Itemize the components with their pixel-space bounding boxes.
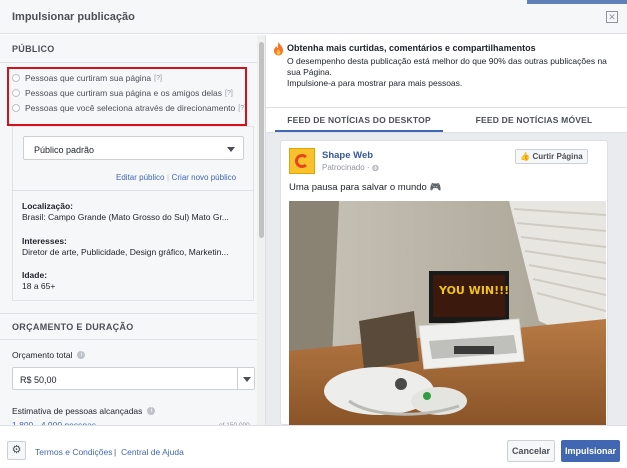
divider: [0, 339, 257, 340]
globe-icon: ◍: [371, 163, 379, 172]
info-icon[interactable]: i: [147, 407, 156, 415]
tab-desktop-feed[interactable]: FEED DE NOTÍCIAS DO DESKTOP: [275, 108, 443, 132]
audience-dropdown[interactable]: Público padrão: [23, 136, 244, 160]
chevron-down-icon: [227, 147, 235, 152]
dialog-header: Impulsionar publicação ✕: [0, 0, 627, 34]
interests-value: Diretor de arte, Publicidade, Design grá…: [22, 247, 229, 257]
location-label: Localização:: [22, 201, 74, 211]
divider: [0, 62, 257, 63]
post-text: Uma pausa para salvar o mundo 🎮: [289, 182, 442, 193]
divider: [12, 190, 254, 191]
divider: [0, 313, 257, 314]
annotation-highlight-box: [7, 67, 247, 126]
background-page-strip: [527, 0, 627, 4]
age-value: 18 a 65+: [22, 281, 56, 291]
like-page-label: Curtir Página: [532, 152, 583, 161]
chevron-down-icon: [243, 377, 251, 382]
reach-row: Estimativa de pessoas alcançadas i: [12, 406, 156, 416]
sponsored-label: Patrocinado · ◍: [322, 163, 379, 172]
dropdown-separator: [237, 368, 238, 389]
help-center-link[interactable]: Central de Ajuda: [121, 447, 184, 457]
budget-dropdown-value: R$ 50,00: [20, 375, 57, 385]
page-logo: [289, 148, 315, 174]
create-audience-link[interactable]: Criar novo público: [172, 173, 236, 182]
page-name-link[interactable]: Shape Web: [322, 150, 373, 161]
gear-icon[interactable]: ⚙: [7, 441, 26, 460]
budget-dropdown[interactable]: R$ 50,00: [12, 367, 255, 390]
footer-separator: |: [114, 447, 117, 457]
flame-icon: [274, 42, 283, 56]
edit-audience-link[interactable]: Editar público: [116, 173, 164, 182]
sponsored-text: Patrocinado ·: [322, 163, 372, 172]
budget-total-label: Orçamento total: [12, 350, 73, 360]
tab-mobile-feed[interactable]: FEED DE NOTÍCIAS MÓVEL: [448, 108, 620, 132]
info-icon[interactable]: i: [77, 351, 86, 359]
dialog-title: Impulsionar publicação: [12, 11, 135, 23]
left-scrollbar-thumb[interactable]: [259, 42, 264, 238]
reach-label: Estimativa de pessoas alcançadas: [12, 406, 143, 416]
cancel-button[interactable]: Cancelar: [507, 440, 555, 462]
image-caption-text: YOU WIN!!!: [438, 284, 509, 297]
age-label: Idade:: [22, 270, 48, 280]
tip-headline: Obtenha mais curtidas, comentários e com…: [287, 43, 536, 53]
location-value: Brasil: Campo Grande (Mato Grosso do Sul…: [22, 212, 229, 222]
logo-ring-icon: [295, 154, 309, 168]
thumbs-up-icon: 👍: [520, 152, 531, 161]
terms-link[interactable]: Termos e Condições: [35, 447, 112, 457]
tip-body-line: Impulsione-a para mostrar para mais pess…: [287, 78, 463, 88]
audience-dropdown-value: Público padrão: [34, 145, 95, 155]
audience-links: Editar público | Criar novo público: [116, 172, 236, 182]
link-separator: |: [167, 173, 170, 182]
tip-body: O desempenho desta publicação está melho…: [287, 56, 617, 89]
boost-button[interactable]: Impulsionar: [561, 440, 620, 462]
budget-section-title: ORÇAMENTO E DURAÇÃO: [12, 322, 134, 332]
like-page-button[interactable]: 👍 Curtir Página: [515, 149, 588, 164]
tip-body-line: O desempenho desta publicação está melho…: [287, 56, 607, 77]
post-image: YOU WIN!!!: [289, 201, 606, 425]
budget-total-row: Orçamento total i: [12, 350, 86, 360]
audience-section-title: PÚBLICO: [12, 44, 55, 54]
close-icon[interactable]: ✕: [606, 11, 618, 23]
interests-label: Interesses:: [22, 236, 67, 246]
